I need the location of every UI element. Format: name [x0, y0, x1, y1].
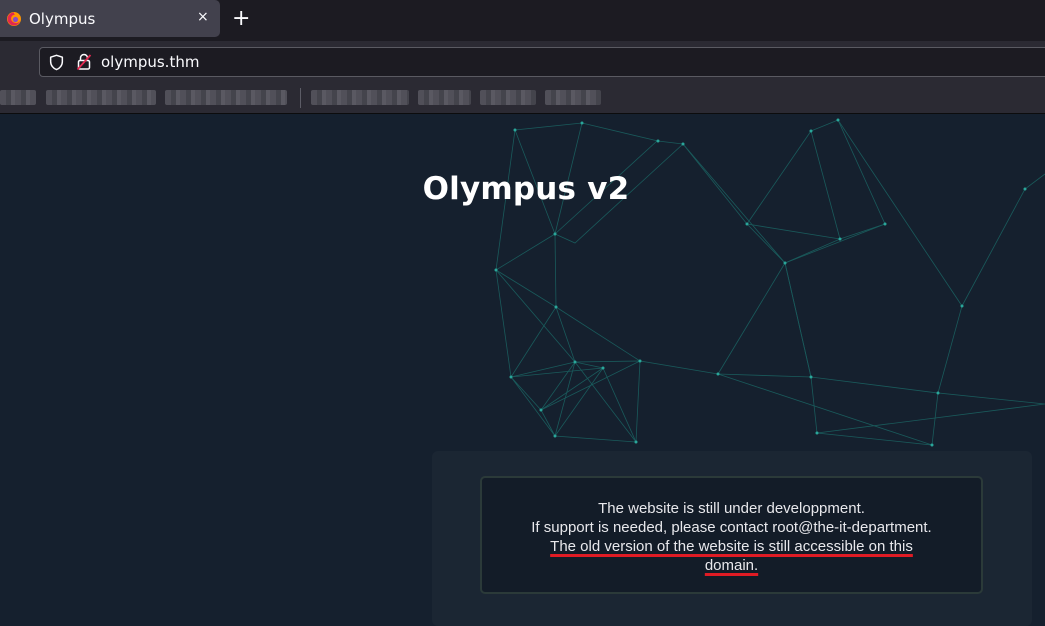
notice-line-support-contact: If support is needed, please contact roo…	[531, 519, 932, 536]
close-tab-icon[interactable]: ×	[197, 9, 209, 25]
bookmark-item[interactable]	[311, 90, 409, 105]
firefox-favicon-icon	[7, 12, 21, 26]
notice-box: The website is still under developpment.…	[480, 476, 983, 594]
notice-panel: The website is still under developpment.…	[432, 451, 1032, 626]
web-page: Olympus v2 The website is still under de…	[0, 114, 1045, 626]
url-text: olympus.thm	[101, 53, 200, 71]
bookmark-item[interactable]	[418, 90, 471, 105]
bookmark-item[interactable]	[46, 90, 156, 105]
bookmark-item[interactable]	[165, 90, 287, 105]
tab-title: Olympus	[29, 10, 96, 28]
address-bar[interactable]: olympus.thm	[39, 47, 1045, 77]
tab-olympus[interactable]: Olympus ×	[0, 0, 220, 37]
navigation-bar: olympus.thm	[0, 41, 1045, 84]
notice-line-domain: domain.	[704, 557, 759, 574]
bookmarks-toolbar	[0, 84, 1045, 114]
new-tab-button[interactable]: +	[232, 6, 250, 32]
notice-line-old-version: The old version of the website is still …	[550, 538, 913, 555]
bookmark-item[interactable]	[480, 90, 536, 105]
notice-line-development: The website is still under developpment.	[598, 500, 865, 517]
bookmark-separator	[300, 88, 301, 108]
bookmark-item[interactable]	[0, 90, 36, 105]
tab-strip: Olympus × +	[0, 0, 1045, 41]
shield-icon[interactable]	[48, 54, 65, 71]
insecure-lock-icon[interactable]	[76, 53, 92, 71]
bookmark-item[interactable]	[545, 90, 601, 105]
site-title: Olympus v2	[422, 171, 630, 207]
